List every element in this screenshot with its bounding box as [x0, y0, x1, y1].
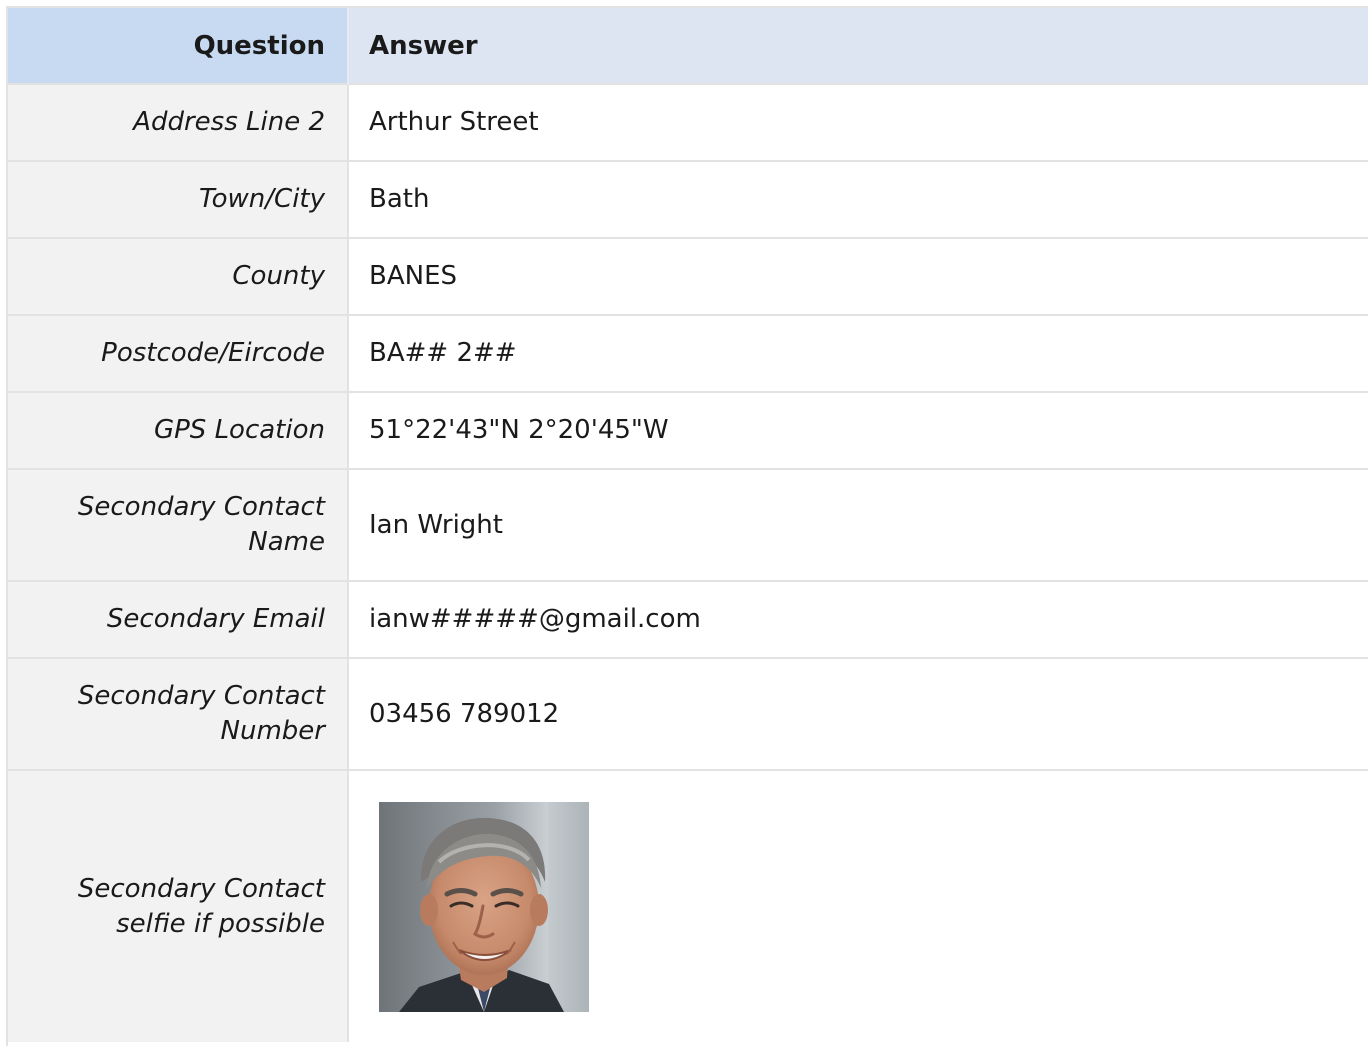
- table-row: GPS Location 51°22'43"N 2°20'45"W: [8, 391, 1368, 469]
- table-row: Secondary Contact selfie if possible: [8, 769, 1368, 1042]
- question-cell: Town/City: [8, 160, 349, 238]
- table-row: Address Line 2 Arthur Street: [8, 83, 1368, 161]
- answer-cell: ianw#####@gmail.com: [348, 580, 1368, 658]
- table-row: Secondary Contact Number 03456 789012: [8, 657, 1368, 770]
- answer-cell: Ian Wright: [348, 468, 1368, 581]
- question-cell: GPS Location: [8, 391, 349, 469]
- question-cell: Secondary Email: [8, 580, 349, 658]
- table-row: Postcode/Eircode BA## 2##: [8, 314, 1368, 392]
- secondary-contact-selfie-image: [379, 801, 589, 1012]
- table-header-row: Question Answer: [8, 8, 1368, 84]
- answer-cell: Bath: [348, 160, 1368, 238]
- answer-cell: Arthur Street: [348, 83, 1368, 161]
- answer-cell: [348, 769, 1368, 1042]
- table-row: Town/City Bath: [8, 160, 1368, 238]
- question-cell: Secondary Contact selfie if possible: [8, 769, 349, 1042]
- answer-cell: BANES: [348, 237, 1368, 315]
- answer-column-header: Answer: [348, 8, 1368, 84]
- question-cell: Address Line 2: [8, 83, 349, 161]
- question-cell: County: [8, 237, 349, 315]
- question-cell: Secondary Contact Number: [8, 657, 349, 770]
- answer-cell: 51°22'43"N 2°20'45"W: [348, 391, 1368, 469]
- answer-cell: 03456 789012: [348, 657, 1368, 770]
- table-row: County BANES: [8, 237, 1368, 315]
- table-row: Secondary Contact Name Ian Wright: [8, 468, 1368, 581]
- qa-table-container: Question Answer Address Line 2 Arthur St…: [6, 6, 1368, 1046]
- question-column-header: Question: [8, 8, 349, 84]
- answer-cell: BA## 2##: [348, 314, 1368, 392]
- question-cell: Secondary Contact Name: [8, 468, 349, 581]
- table-row: Secondary Email ianw#####@gmail.com: [8, 580, 1368, 658]
- qa-table: Question Answer Address Line 2 Arthur St…: [8, 8, 1368, 1042]
- question-cell: Postcode/Eircode: [8, 314, 349, 392]
